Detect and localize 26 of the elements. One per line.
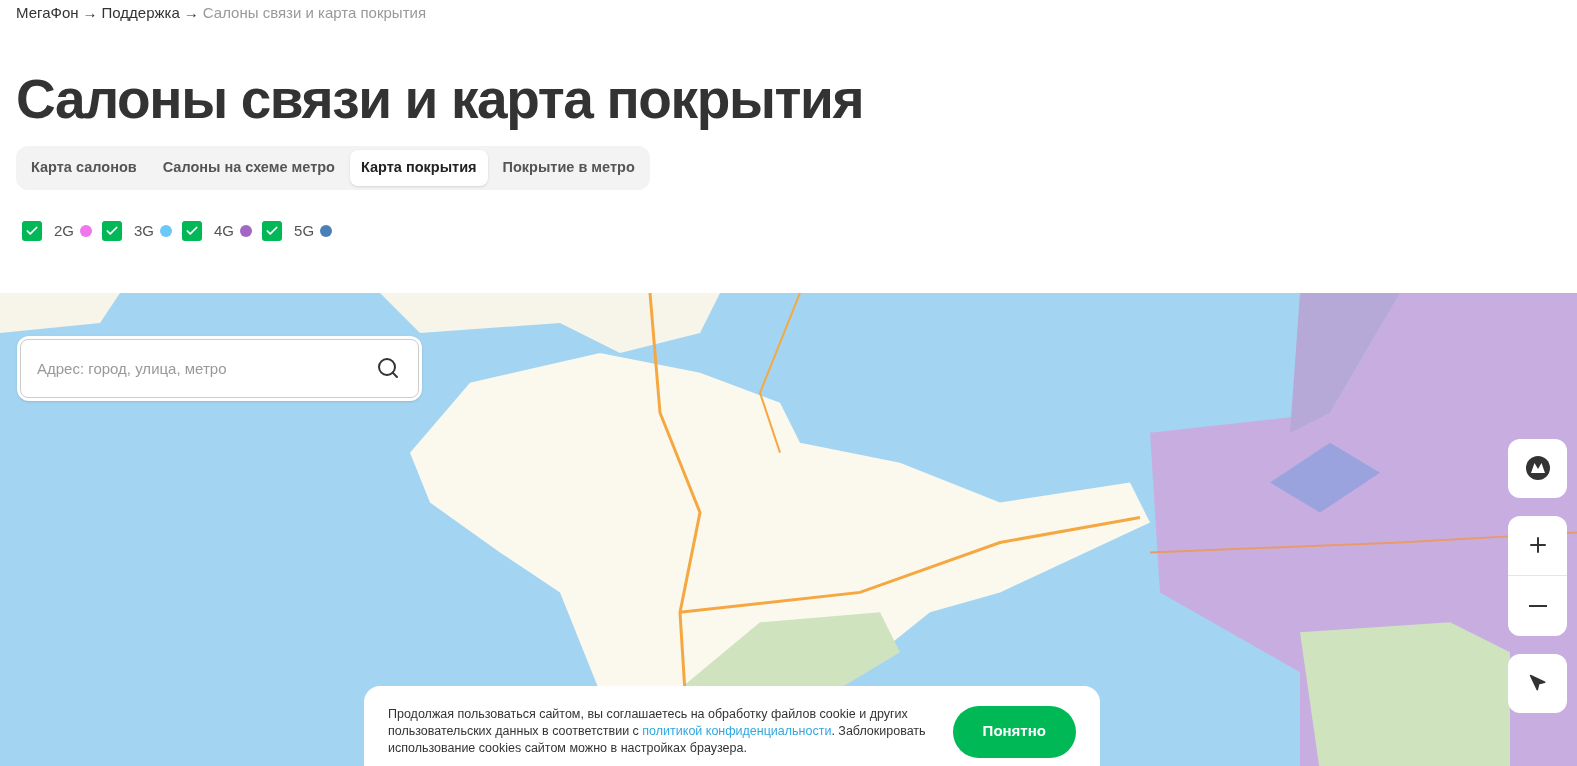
metro-button[interactable] xyxy=(1508,438,1567,498)
checkbox[interactable] xyxy=(22,221,42,242)
tab[interactable]: Салоны на схеме метро xyxy=(151,150,346,186)
breadcrumb-link[interactable]: Поддержка xyxy=(101,1,180,25)
cookie-text: Продолжая пользоваться сайтом, вы соглашаетесь на обработку файлов cookie и других пользовательских данных в соответствии с политикой конфиденциальности. Заблокировать использование cookies сайтом можно в настройках браузера. xyxy=(388,705,927,757)
breadcrumb-separator: → xyxy=(82,2,98,23)
network-label: 5G xyxy=(294,221,315,241)
search-icon xyxy=(376,355,400,380)
checkbox[interactable] xyxy=(182,221,203,242)
network-label: 2G xyxy=(54,221,74,241)
locate-button[interactable] xyxy=(1508,653,1567,713)
minus-icon xyxy=(1528,604,1547,607)
navigation-icon xyxy=(1528,674,1547,692)
search-field[interactable]: Адрес: город, улица, метро xyxy=(20,338,419,398)
breadcrumb-current: Салоны связи и карта покрытия xyxy=(202,2,426,23)
network-label: 3G xyxy=(134,221,155,241)
tab[interactable]: Карта покрытия xyxy=(349,150,488,186)
network-label: 4G xyxy=(214,221,235,241)
breadcrumb-separator: → xyxy=(183,2,199,23)
metro-icon xyxy=(1525,456,1550,480)
tab[interactable]: Карта салонов xyxy=(20,150,148,186)
page-title: Салоны связи и карта покрытия xyxy=(16,67,865,132)
checkbox[interactable] xyxy=(102,221,122,242)
tab[interactable]: Покрытие в метро xyxy=(491,150,646,186)
breadcrumb-link[interactable]: МегаФон xyxy=(16,1,79,25)
checkbox[interactable] xyxy=(262,221,283,242)
